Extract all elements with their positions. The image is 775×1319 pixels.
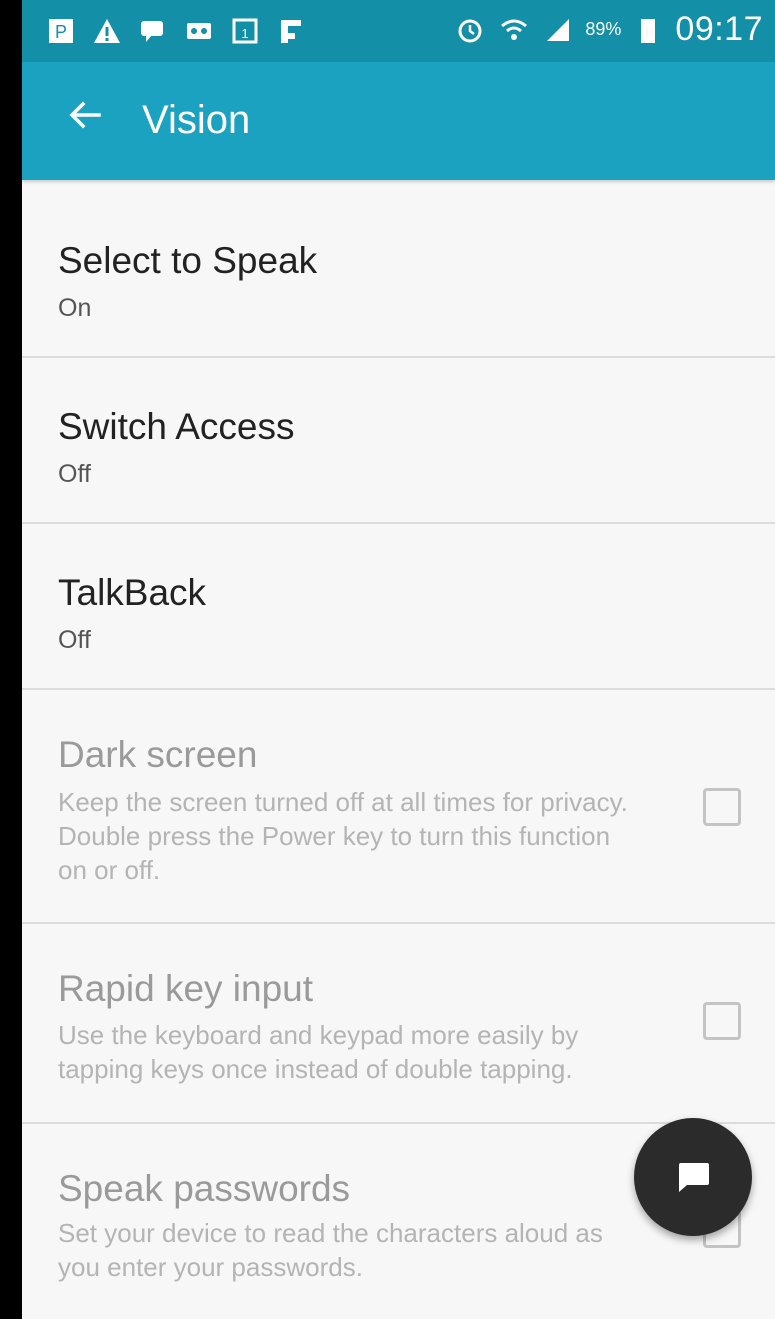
item-status: On — [58, 294, 92, 322]
list-item-switch-access[interactable]: Switch Access Off — [22, 358, 775, 524]
chat-bubble-icon — [136, 14, 170, 48]
item-title: Speak passwords — [58, 1168, 351, 1209]
alarm-icon — [453, 13, 487, 47]
item-title: Rapid key input — [58, 968, 314, 1009]
svg-text:1: 1 — [241, 26, 248, 41]
svg-text:P: P — [55, 22, 67, 42]
item-title: Switch Access — [58, 406, 295, 447]
signal-icon — [541, 13, 575, 47]
app-bar: Vision — [22, 62, 775, 180]
item-status: Off — [58, 460, 91, 488]
item-title: Select to Speak — [58, 240, 318, 281]
page-title: Vision — [142, 98, 251, 142]
dark-screen-checkbox[interactable] — [703, 788, 741, 826]
warning-icon — [90, 14, 124, 48]
battery-percentage: 89% — [585, 19, 622, 39]
clock: 09:17 — [675, 10, 763, 48]
rapid-key-input-checkbox[interactable] — [703, 1002, 741, 1040]
item-status: Off — [58, 626, 91, 654]
status-bar: P 1 89% 09:17 — [22, 0, 775, 62]
status-left-icons: P 1 — [44, 14, 308, 48]
back-arrow-icon[interactable] — [60, 90, 110, 140]
status-right-icons: 89% 09:17 — [453, 10, 763, 49]
chat-icon — [679, 1163, 709, 1192]
item-description: Use the keyboard and keypad more easily … — [58, 1020, 579, 1084]
voicemail-icon — [182, 14, 216, 48]
item-title: Dark screen — [58, 734, 258, 775]
notification-p-icon: P — [44, 14, 78, 48]
list-item-rapid-key-input[interactable]: Rapid key input Use the keyboard and key… — [22, 924, 775, 1124]
list-item-talkback[interactable]: TalkBack Off — [22, 524, 775, 690]
list-item-dark-screen[interactable]: Dark screen Keep the screen turned off a… — [22, 690, 775, 924]
list-item-select-to-speak[interactable]: Select to Speak On — [22, 180, 775, 358]
wifi-icon — [497, 13, 531, 47]
battery-icon — [631, 13, 665, 47]
calendar-icon: 1 — [228, 14, 262, 48]
phone-screen: P 1 89% 09:17 Vision Select to Speak On … — [22, 0, 775, 1319]
item-title: TalkBack — [58, 572, 207, 613]
item-description: Set your device to read the characters a… — [58, 1218, 603, 1282]
item-description: Keep the screen turned off at all times … — [58, 787, 628, 885]
flipboard-icon — [274, 14, 308, 48]
chat-fab-button[interactable] — [634, 1118, 752, 1236]
